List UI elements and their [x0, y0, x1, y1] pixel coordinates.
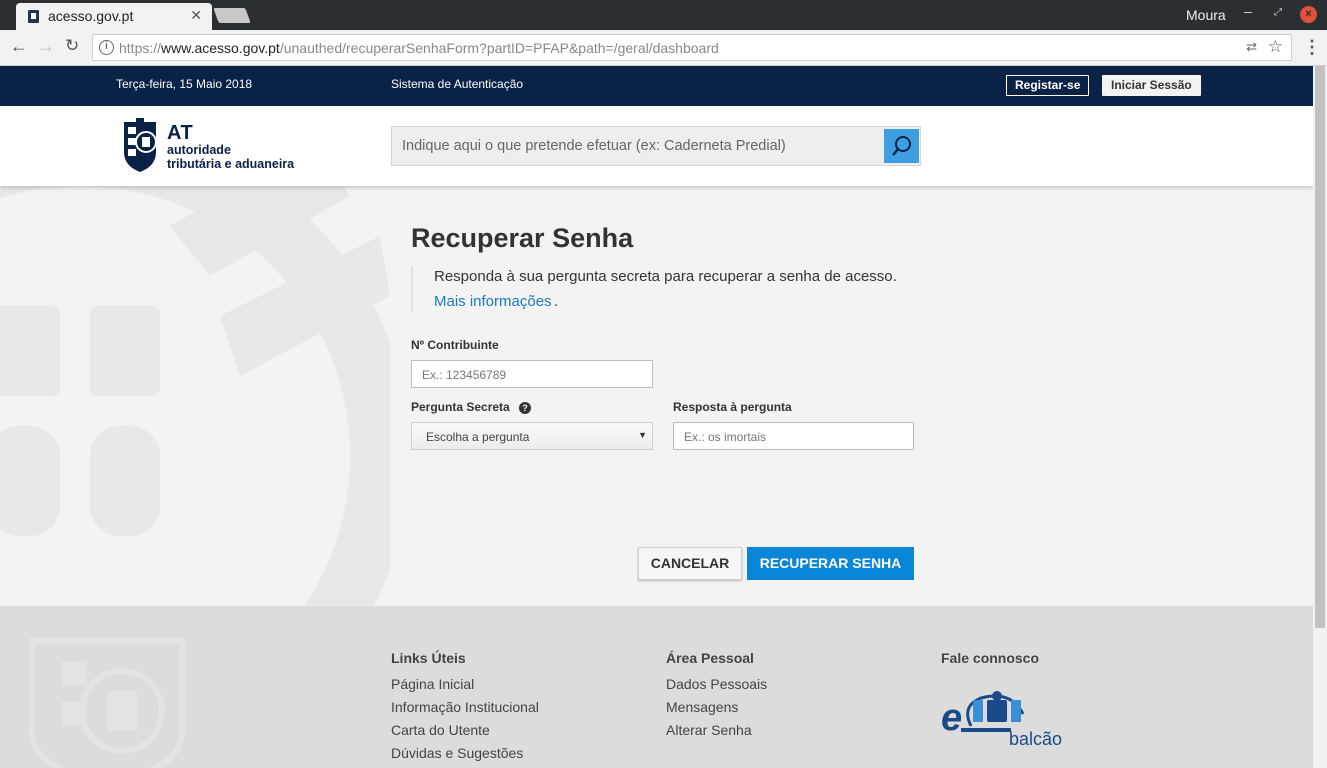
browser-titlebar: acesso.gov.pt ✕ Moura – ⤢ ×	[0, 0, 1327, 30]
ebalcao-logo[interactable]: e balcão	[941, 686, 1081, 748]
ebalcao-e: e	[941, 697, 962, 739]
answer-input[interactable]: Ex.: os imortais	[673, 422, 914, 450]
footer-link[interactable]: Página Inicial	[391, 676, 539, 699]
footer-contact: Fale connosco e balcão	[941, 650, 1101, 768]
menu-icon[interactable]: ⋮	[1303, 37, 1321, 58]
profile-name[interactable]: Moura	[1186, 7, 1226, 23]
nif-label: Nº Contribuinte	[411, 338, 499, 352]
reload-icon[interactable]: ↻	[65, 36, 79, 56]
footer-emblem	[29, 638, 185, 768]
login-button[interactable]: Iniciar Sessão	[1102, 75, 1201, 96]
site-header: AT autoridade tributária e aduaneira Ind…	[0, 106, 1313, 186]
footer-col-title: Fale connosco	[941, 650, 1040, 666]
more-info-link[interactable]: Mais informações	[434, 293, 552, 310]
chevron-down-icon: ▼	[638, 430, 647, 440]
logo-line1: autoridade	[167, 143, 231, 157]
info-icon[interactable]: i	[99, 40, 114, 55]
footer-link[interactable]: Carta do Utente	[391, 722, 539, 745]
search-icon	[892, 136, 911, 156]
footer-link[interactable]: Mensagens	[666, 699, 767, 722]
new-tab-button[interactable]	[213, 8, 251, 23]
maximize-icon[interactable]: ⤢	[1274, 7, 1282, 18]
site-search-input[interactable]: Indique aqui o que pretende efetuar (ex:…	[391, 126, 921, 166]
question-label: Pergunta Secreta	[411, 400, 510, 414]
page-scrollbar[interactable]	[1313, 66, 1327, 768]
footer-col-title: Área Pessoal	[666, 650, 754, 666]
cancel-button[interactable]: CANCELAR	[638, 547, 742, 580]
logo-abbr: AT	[167, 122, 194, 144]
more-info-suffix: .	[554, 293, 559, 310]
footer-link[interactable]: Informação Institucional	[391, 699, 539, 722]
tab-close-icon[interactable]: ✕	[190, 7, 202, 24]
search-button[interactable]	[884, 129, 919, 163]
answer-label: Resposta à pergunta	[673, 400, 792, 414]
site-footer: Links Úteis Página Inicial Informação In…	[0, 606, 1313, 768]
browser-tab[interactable]: acesso.gov.pt ✕	[16, 3, 212, 30]
forward-icon[interactable]: →	[37, 36, 55, 57]
watermark-emblem	[0, 186, 390, 606]
star-icon[interactable]: ☆	[1268, 37, 1283, 57]
search-placeholder: Indique aqui o que pretende efetuar (ex:…	[402, 138, 786, 154]
question-selected-value: Escolha a pergunta	[426, 430, 530, 444]
system-name: Sistema de Autenticação	[391, 77, 524, 91]
page-viewport: Terça-feira, 15 Maio 2018 Sistema de Aut…	[0, 66, 1313, 768]
help-icon[interactable]: ?	[519, 402, 531, 414]
page-title: Recuperar Senha	[411, 223, 634, 253]
footer-link[interactable]: Alterar Senha	[666, 722, 767, 745]
main-content: Recuperar Senha Responda à sua pergunta …	[0, 186, 1313, 606]
footer-link[interactable]: Dados Pessoais	[666, 676, 767, 699]
current-date: Terça-feira, 15 Maio 2018	[116, 77, 253, 91]
back-icon[interactable]: ←	[10, 36, 28, 57]
question-select[interactable]: Escolha a pergunta ▼	[411, 422, 653, 450]
logo-line2: tributária e aduaneira	[167, 157, 295, 171]
scrollbar-thumb[interactable]	[1315, 66, 1325, 628]
intro-text: Responda à sua pergunta secreta para rec…	[434, 268, 897, 285]
address-bar[interactable]: i https://www.acesso.gov.pt/unauthed/rec…	[92, 34, 1292, 61]
nif-input[interactable]: Ex.: 123456789	[411, 360, 653, 388]
footer-links-useful: Links Úteis Página Inicial Informação In…	[391, 650, 539, 768]
ebalcao-text: balcão	[1009, 729, 1062, 748]
shield-icon	[124, 118, 157, 172]
at-logo[interactable]: AT autoridade tributária e aduaneira	[122, 118, 302, 174]
footer-link[interactable]: Dúvidas e Sugestões	[391, 745, 539, 768]
tab-title: acesso.gov.pt	[48, 8, 134, 24]
translate-icon[interactable]: ⇄	[1246, 39, 1257, 55]
footer-personal-area: Área Pessoal Dados Pessoais Mensagens Al…	[666, 650, 767, 745]
close-window-icon[interactable]: ×	[1300, 6, 1317, 23]
url-text[interactable]: https://www.acesso.gov.pt/unauthed/recup…	[119, 40, 719, 56]
top-bar: Terça-feira, 15 Maio 2018 Sistema de Aut…	[0, 66, 1313, 106]
browser-toolbar: ← → ↻ i https://www.acesso.gov.pt/unauth…	[0, 30, 1327, 66]
favicon-icon	[28, 10, 39, 23]
recover-password-button[interactable]: RECUPERAR SENHA	[747, 547, 914, 580]
register-button[interactable]: Registar-se	[1006, 75, 1090, 96]
footer-col-title: Links Úteis	[391, 650, 466, 666]
info-note: Responda à sua pergunta secreta para rec…	[411, 266, 931, 312]
minimize-icon[interactable]: –	[1244, 3, 1252, 19]
